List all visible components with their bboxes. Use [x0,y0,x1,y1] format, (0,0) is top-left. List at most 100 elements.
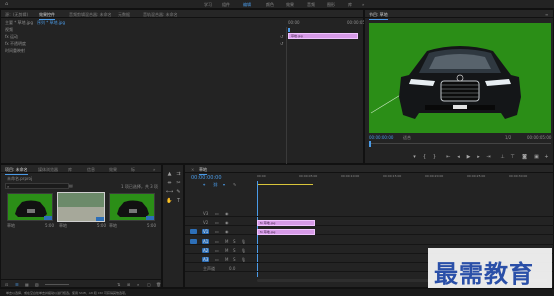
tab-sequence[interactable]: 草地 [199,167,207,175]
linked-selection-icon[interactable]: ⛓ [213,182,218,187]
go-to-in-icon[interactable]: ⇤ [445,154,452,160]
eye-icon[interactable]: ◉ [225,229,229,234]
eye-icon[interactable]: ◉ [225,220,229,225]
voiceover-icon[interactable]: 🎙 [241,248,246,253]
tab-info[interactable]: 信息 [87,167,95,173]
solo-icon[interactable]: S [233,239,236,244]
mark-in-icon[interactable]: { [421,154,428,160]
workspace-graphics[interactable]: 图形 [327,2,335,8]
razor-tool-icon[interactable]: ✂ [175,180,182,187]
clip-thumbnail-3[interactable] [109,193,155,221]
mute-icon[interactable]: M [225,239,228,244]
tab-metadata[interactable]: 元数据 [118,12,130,18]
sync-lock-icon[interactable]: ▭ [215,211,219,216]
effect-opacity[interactable]: fx 不透明度 [5,41,26,47]
clip-name-1[interactable]: 草地 [7,223,15,229]
close-sequence-icon[interactable]: × [191,167,194,172]
project-more-icon[interactable]: » [153,167,155,172]
workspace-libraries[interactable]: 库 [348,2,352,8]
clip-name-2[interactable]: 草地 [59,223,67,229]
tab-audio-clip-mixer[interactable]: 音频剪辑混合器: 未命名 [69,12,112,18]
extract-icon[interactable]: ⊤ [509,154,516,160]
sequence-clip-label[interactable]: 序列 * 草地.jpg [37,20,65,26]
timeline-settings-icon[interactable]: ✎ [233,182,236,187]
play-icon[interactable]: ▶ [465,154,472,160]
work-area-bar[interactable] [257,184,313,185]
tab-program[interactable]: 节目: 草地 [369,12,388,20]
source-patch-a1[interactable] [190,239,197,244]
zoom-slider[interactable] [45,284,69,285]
type-tool-icon[interactable]: T [175,198,182,205]
track-v1[interactable]: V1 ▭ ◉ [185,227,554,235]
sync-lock-icon[interactable]: ▭ [215,229,219,234]
export-frame-icon[interactable]: ◙ [521,154,528,160]
source-patch-v1[interactable] [190,229,197,234]
automate-icon[interactable]: ⊞ [127,282,130,287]
tab-effect-controls[interactable]: 效果控件 [39,12,55,20]
step-forward-icon[interactable]: ▸ [475,154,482,160]
sort-icon[interactable]: ⇅ [117,282,120,287]
program-menu-icon[interactable]: ≡ [545,12,548,17]
workspace-editing[interactable]: 编辑 [243,2,251,10]
add-button-icon[interactable]: + [543,154,550,160]
icon-view-icon[interactable]: ▦ [25,282,29,287]
eye-icon[interactable]: ◉ [225,211,229,216]
clip-thumbnail-1[interactable] [7,193,53,221]
add-marker-timeline-icon[interactable]: ▾ [223,182,225,187]
timeline-clip-v2[interactable]: fx 草地.jpg [257,220,315,226]
mute-icon[interactable]: M [225,257,228,262]
list-view-icon[interactable]: ☰ [15,282,19,287]
track-select-tool-icon[interactable]: ⇉ [175,171,182,178]
go-to-out-icon[interactable]: ⇥ [485,154,492,160]
effect-time-remap[interactable]: 时间重映射 [5,48,25,54]
tab-audio-track-mixer[interactable]: 音轨混合器: 未命名 [143,12,178,18]
solo-icon[interactable]: S [233,257,236,262]
sync-lock-icon[interactable]: ▭ [215,220,219,225]
program-timecode[interactable]: 00:00:00:00 [369,135,393,140]
reset-motion-icon[interactable]: ↺ [280,34,283,39]
tab-source[interactable]: 源：(无剪辑) [5,12,28,18]
source-clip-label[interactable]: 主要 * 草地.jpg [5,20,33,26]
clip-thumbnail-2[interactable] [57,192,105,222]
clip-name-3[interactable]: 草地 [109,223,117,229]
program-video-frame[interactable] [369,23,551,133]
ripple-edit-tool-icon[interactable]: ⇹ [166,180,173,187]
tab-libraries[interactable]: 库 [68,167,72,173]
lift-icon[interactable]: ⊥ [499,154,506,160]
add-marker-icon[interactable]: ▾ [411,154,418,160]
mute-icon[interactable]: M [225,248,228,253]
freeform-view-icon[interactable]: ▧ [35,282,39,287]
tab-media-browser[interactable]: 媒体浏览器 [38,167,58,173]
workspace-more-icon[interactable]: » [362,2,364,7]
ec-playhead[interactable] [288,28,290,32]
workspace-assembly[interactable]: 组件 [222,2,230,8]
voiceover-icon[interactable]: 🎙 [241,239,246,244]
lock-icon[interactable]: ⊡ [5,282,8,287]
tab-project[interactable]: 项目: 未命名 [5,167,28,175]
step-back-icon[interactable]: ◂ [455,154,462,160]
track-a1[interactable]: A1 ▭ M S 🎙 [185,237,554,245]
workspace-effects[interactable]: 效果 [286,2,294,8]
ec-clip-chip[interactable]: 草地.jpg [288,33,358,39]
track-v3[interactable]: V3 ▭ ◉ [185,209,554,217]
new-item-icon[interactable]: ▢ [147,282,151,287]
tab-markers[interactable]: 标 [131,167,135,173]
program-playhead[interactable] [369,141,371,147]
sync-lock-icon[interactable]: ▭ [215,248,219,253]
track-v2[interactable]: V2 ▭ ◉ [185,218,554,226]
mark-out-icon[interactable]: } [431,154,438,160]
effect-motion[interactable]: fx 运动 [5,34,18,40]
solo-icon[interactable]: S [233,248,236,253]
selection-tool-icon[interactable]: ▲ [166,171,173,178]
timeline-clip-v1[interactable]: fx 草地.jpg [257,229,315,235]
workspace-audio[interactable]: 音频 [307,2,315,8]
find-icon[interactable]: ⌕ [137,282,139,287]
workspace-learning[interactable]: 学习 [204,2,212,8]
time-ruler[interactable]: 00:00 00:00:05:00 00:00:10:00 00:00:15:0… [257,173,553,187]
workspace-color[interactable]: 颜色 [266,2,274,8]
fit-dropdown[interactable]: 适合 [403,135,411,141]
slip-tool-icon[interactable]: ⟷ [166,189,173,196]
home-icon[interactable]: ⌂ [5,1,8,7]
comparison-view-icon[interactable]: ▣ [533,154,540,160]
quality-dropdown[interactable]: 1/2 [505,135,511,140]
